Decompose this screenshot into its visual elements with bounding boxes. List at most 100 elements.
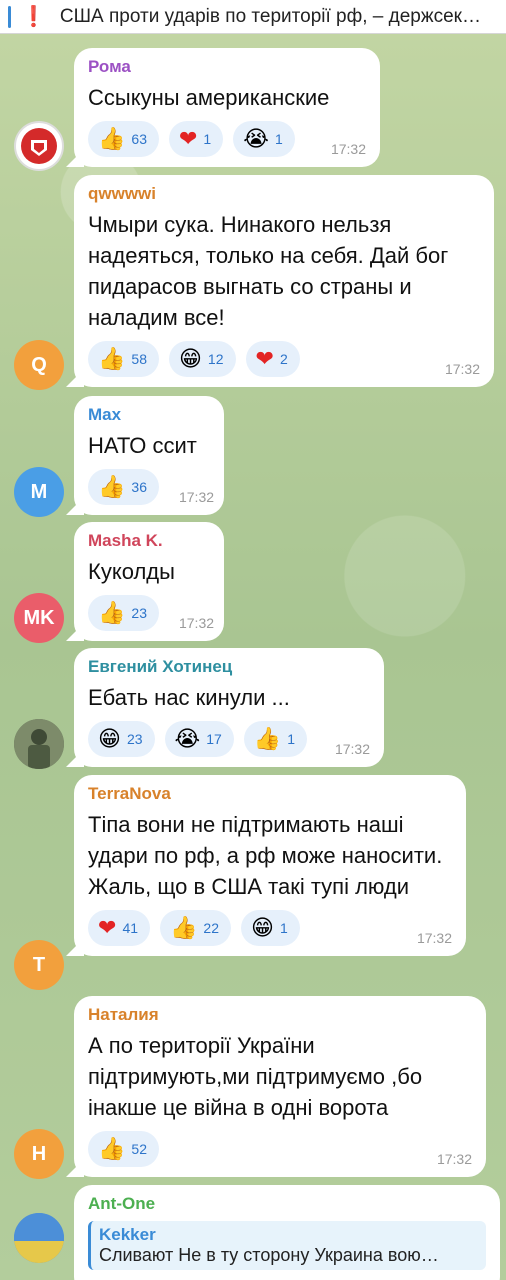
message-bubble[interactable]: Рома Ссыкуны американские 👍 63 ❤ 1 😭 1 17:3…: [74, 48, 380, 167]
message-time: 17:32: [334, 741, 370, 757]
reaction-count: 23: [131, 605, 147, 621]
crying-face-icon: 😭: [243, 126, 269, 151]
club-crest-icon: [21, 128, 57, 164]
reactions-row: ❤ 41 👍 22 😁 1 17:32: [88, 910, 452, 946]
heart-icon: ❤: [178, 126, 198, 151]
reaction-count: 23: [126, 731, 143, 747]
message-time: 17:32: [178, 489, 215, 505]
heart-icon: ❤: [98, 915, 117, 940]
thumbs-up-icon: 👍: [98, 346, 126, 371]
thumbs-up-icon: 👍: [170, 915, 198, 940]
thumbs-up-icon: 👍: [98, 126, 126, 151]
reaction-heart[interactable]: ❤ 2: [245, 341, 300, 377]
avatar[interactable]: Q: [14, 340, 64, 390]
pinned-message-text: США проти ударів по території рф, – держ…: [59, 5, 481, 27]
message-bubble[interactable]: Max НАТО ссит 👍 36 17:32: [74, 396, 224, 515]
pinned-message-bar[interactable]: ❗ США проти ударів по території рф, – де…: [0, 0, 506, 34]
reaction-grin[interactable]: 😁 12: [168, 341, 236, 377]
grinning-face-icon: 😁: [251, 915, 274, 940]
soldier-photo-icon: [14, 719, 64, 769]
message-time: 17:32: [436, 1151, 472, 1167]
reactions-row: 😁 23 😭 17 👍 1 17:32: [88, 721, 370, 757]
message-bubble[interactable]: Наталия А по території України підтримую…: [74, 996, 486, 1177]
reaction-thumbs-up[interactable]: 👍 58: [88, 341, 159, 377]
reaction-count: 1: [203, 131, 212, 147]
message-text: Тіпа вони не підтримають наші удари по р…: [88, 812, 443, 899]
message-time: 17:32: [178, 615, 215, 631]
reaction-count: 2: [279, 351, 288, 367]
avatar[interactable]: H: [14, 1129, 64, 1179]
reaction-thumbs-up[interactable]: 👍 63: [88, 121, 159, 157]
message-author[interactable]: TerraNova: [88, 783, 452, 805]
avatar[interactable]: [14, 121, 64, 171]
message-bubble[interactable]: qwwwwi Чмыри сука. Нинакого нельзя надея…: [74, 175, 494, 387]
message-text: Чмыри сука. Нинакого нельзя надеяться, т…: [88, 212, 449, 330]
reaction-heart[interactable]: ❤ 1: [168, 121, 224, 157]
reaction-count: 1: [274, 131, 283, 147]
avatar[interactable]: [14, 1213, 64, 1263]
thumbs-up-icon: 👍: [98, 474, 126, 499]
message-text: Ссыкуны американские: [88, 85, 330, 110]
reaction-grin[interactable]: 😁 1: [241, 910, 300, 946]
reply-author: Kekker: [99, 1225, 156, 1244]
reaction-count: 17: [206, 731, 222, 747]
grinning-face-icon: 😁: [98, 726, 121, 751]
reaction-thumbs-up[interactable]: 👍 52: [88, 1131, 159, 1167]
reaction-count: 58: [131, 351, 147, 367]
message-text: НАТО ссит: [88, 433, 197, 458]
reaction-count: 22: [203, 920, 219, 936]
message-time: 17:32: [444, 361, 480, 377]
reaction-count: 1: [287, 731, 296, 747]
reaction-crying[interactable]: 😭 17: [164, 721, 234, 757]
reaction-count: 12: [207, 351, 224, 367]
reaction-count: 63: [131, 131, 147, 147]
reaction-thumbs-up[interactable]: 👍 22: [160, 910, 231, 946]
reaction-grin[interactable]: 😁 23: [88, 721, 155, 757]
avatar[interactable]: MK: [14, 593, 64, 643]
message-author[interactable]: Рома: [88, 56, 366, 78]
avatar[interactable]: T: [14, 940, 64, 990]
message-time: 17:32: [416, 930, 452, 946]
message-bubble[interactable]: Евгений Хотинец Ебать нас кинули ... 😁 23…: [74, 648, 384, 767]
reaction-thumbs-up[interactable]: 👍 36: [88, 469, 159, 505]
reactions-row: 👍 52 17:32: [88, 1131, 472, 1167]
heart-icon: ❤: [255, 346, 274, 371]
exclamation-icon: ❗: [21, 6, 46, 28]
message-bubble[interactable]: Ant-One Kekker Сливают Не в ту сторону У…: [74, 1185, 500, 1280]
reactions-row: 👍 63 ❤ 1 😭 1 17:32: [88, 121, 366, 157]
reactions-row: 👍 23 17:32: [88, 595, 214, 631]
message-author[interactable]: Наталия: [88, 1004, 472, 1026]
landscape-photo-icon: [14, 1213, 64, 1263]
message-author[interactable]: qwwwwi: [88, 183, 480, 205]
avatar[interactable]: M: [14, 467, 64, 517]
reaction-count: 1: [279, 920, 288, 936]
message-text: Куколды: [88, 559, 175, 584]
reactions-row: 👍 58 😁 12 ❤ 2 17:32: [88, 341, 480, 377]
reaction-thumbs-up[interactable]: 👍 23: [88, 595, 159, 631]
reactions-row: 👍 36 17:32: [88, 469, 214, 505]
reaction-heart[interactable]: ❤ 41: [88, 910, 151, 946]
reply-text: Сливают Не в ту сторону Украина вою…: [99, 1245, 439, 1265]
thumbs-up-icon: 👍: [98, 600, 126, 625]
reaction-count: 36: [131, 479, 147, 495]
crying-face-icon: 😭: [174, 726, 201, 751]
thumbs-up-icon: 👍: [253, 726, 282, 751]
message-author[interactable]: Ant-One: [88, 1193, 486, 1215]
message-bubble[interactable]: TerraNova Тіпа вони не підтримають наші …: [74, 775, 466, 956]
pinned-indicator: [8, 5, 11, 28]
message-bubble[interactable]: Masha K. Куколды 👍 23 17:32: [74, 522, 224, 641]
message-text: Ебать нас кинули ...: [88, 685, 290, 710]
reaction-crying[interactable]: 😭 1: [233, 121, 295, 157]
message-time: 17:32: [330, 141, 366, 157]
avatar[interactable]: [14, 719, 64, 769]
message-author[interactable]: Евгений Хотинец: [88, 656, 370, 678]
reply-quote[interactable]: Kekker Сливают Не в ту сторону Украина в…: [88, 1221, 486, 1270]
message-text: А по території України підтримують,ми пі…: [88, 1033, 423, 1120]
message-author[interactable]: Masha K.: [88, 530, 210, 552]
reaction-count: 41: [122, 920, 139, 936]
reaction-thumbs-up[interactable]: 👍 1: [243, 721, 308, 757]
message-author[interactable]: Max: [88, 404, 210, 426]
thumbs-up-icon: 👍: [98, 1136, 126, 1161]
reaction-count: 52: [131, 1141, 147, 1157]
grinning-face-icon: 😁: [178, 346, 202, 371]
